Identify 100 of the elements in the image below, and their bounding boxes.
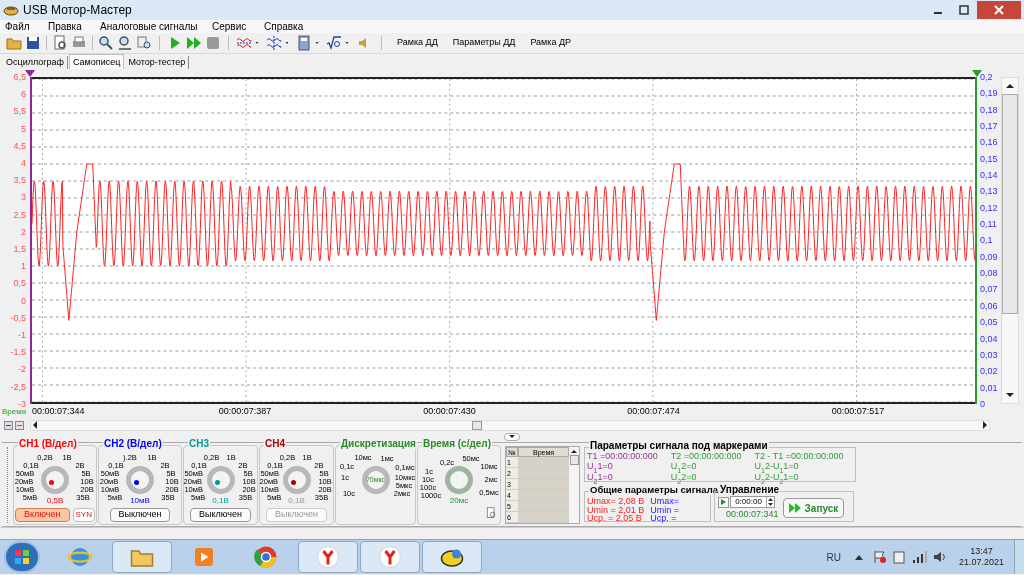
axis-label: -0,5 [10, 312, 26, 323]
toolbar-button[interactable]: Рамка ДР [524, 36, 578, 50]
menu-item[interactable]: Файл [5, 19, 48, 34]
timebase-knob[interactable] [445, 465, 473, 494]
print-preview-icon[interactable] [485, 506, 497, 519]
menu-item[interactable]: Справка [264, 19, 324, 34]
arrow-down-icon [1006, 391, 1014, 399]
menu-item[interactable]: Правка [48, 19, 100, 34]
marker-triangle[interactable] [25, 70, 35, 77]
start-button[interactable]: Запуск [782, 498, 845, 518]
signal-icon[interactable] [912, 551, 927, 563]
marker-value: U$_{1}$2=0 [670, 461, 698, 472]
tab[interactable]: Осциллограф [3, 56, 68, 69]
toolbar-button[interactable]: Параметры ДД [446, 36, 522, 50]
dial-value: 0,1В [288, 496, 305, 505]
group-title: CH1 (В/дел) [18, 438, 78, 449]
axis-label: 2 [21, 226, 26, 237]
axis-label: 3,5 [13, 175, 26, 186]
channel-knob[interactable] [126, 465, 154, 494]
table-cell [518, 467, 569, 479]
y-letter-logo-icon [378, 545, 402, 569]
chevron-up-icon[interactable] [854, 554, 863, 560]
channel-button[interactable]: Выключен [190, 507, 251, 522]
axis-label: 0,03 [980, 349, 999, 360]
axis-label: 2,5 [13, 209, 26, 220]
start-menu-button[interactable] [4, 541, 40, 573]
table-scrollbar[interactable] [569, 446, 579, 523]
axis-label: 0,5 [13, 278, 26, 289]
square-root-icon[interactable] [326, 35, 342, 51]
save-icon[interactable] [25, 35, 41, 51]
syn-button[interactable]: SYN [72, 507, 95, 522]
axis-label: 0 [980, 398, 986, 409]
taskbar-app[interactable] [360, 541, 420, 573]
scrollbar-thumb[interactable] [472, 420, 482, 430]
tab[interactable]: Мотор-тестер [125, 56, 190, 69]
wave-icon[interactable] [236, 35, 252, 51]
signal-value: Umin = [650, 505, 680, 514]
calculator-icon[interactable] [296, 35, 312, 51]
clipboard-icon[interactable] [892, 550, 905, 564]
axis-label: 0,01 [980, 382, 999, 393]
dial-value: 10мВ [130, 496, 150, 505]
axis-label: 0,04 [980, 333, 999, 344]
axis-label: 1 [21, 261, 26, 272]
channel-toggle[interactable] [15, 420, 24, 430]
windows-flag-icon [14, 549, 30, 565]
menu-item[interactable]: Аналоговые сигналы [100, 19, 212, 34]
tab[interactable]: Самописец [69, 54, 125, 69]
menu-item[interactable]: Сервис [212, 19, 264, 34]
scrollbar-thumb[interactable] [1002, 94, 1018, 314]
channel-toggle[interactable] [4, 420, 13, 430]
marker-triangle[interactable] [972, 70, 982, 77]
clock[interactable]: 13:47 21.07.2021 [958, 546, 1004, 568]
time-spinner[interactable]: 0:00:00 [730, 496, 775, 508]
axis-label: 5 [21, 123, 26, 134]
taskbar-app[interactable] [298, 541, 358, 573]
axis-label: 0,08 [980, 268, 999, 279]
wave-icon[interactable] [266, 35, 282, 51]
play-button[interactable] [718, 496, 729, 508]
speaker-icon[interactable] [932, 551, 947, 563]
signal-value: Umax= [650, 497, 680, 506]
group-title: CH4 [264, 438, 286, 449]
axis-label: 0,19 [980, 88, 999, 99]
arrow-right-icon [981, 421, 989, 429]
signal-value: Ucp. = [650, 514, 678, 523]
section-title: Параметры сигнала под маркерами [589, 441, 769, 451]
signal-value: Ucp. = 2,05 В [587, 514, 643, 523]
time-label: 00:00:07:474 [627, 407, 680, 416]
flag-icon[interactable] [872, 550, 887, 564]
axis-label: 0,09 [980, 251, 999, 262]
marker-value: T2 - T1 =00:00:00:000 [754, 451, 845, 461]
close-button[interactable] [977, 1, 1021, 19]
channel-button[interactable]: Выключен [109, 507, 171, 522]
spinner-arrows-icon[interactable] [766, 497, 774, 507]
collapse-button[interactable] [504, 432, 520, 441]
toolbar-button[interactable]: Рамка ДД [391, 36, 444, 50]
zoom-icon[interactable] [136, 35, 152, 51]
language-indicator[interactable]: RU [826, 549, 841, 565]
channel-knob[interactable] [282, 465, 311, 494]
show-desktop-button[interactable] [1014, 540, 1024, 574]
zoom-icon[interactable] [117, 35, 133, 51]
media-player-icon [192, 545, 216, 569]
table-cell [518, 489, 569, 501]
print-preview-icon[interactable] [52, 35, 68, 51]
scrollbar-thumb[interactable] [569, 454, 579, 465]
vertical-scrollbar[interactable] [1001, 77, 1019, 404]
axis-label: 0 [21, 295, 26, 306]
window-title: USB Мотор-Мастер [23, 2, 132, 19]
axis-label: 0,17 [980, 121, 999, 132]
taskbar-app[interactable] [422, 541, 482, 573]
fast-forward-icon [788, 503, 801, 513]
horizontal-scrollbar[interactable] [30, 419, 990, 431]
time-label: 00:00:07:344 [32, 407, 85, 416]
stop-icon[interactable] [205, 35, 221, 51]
marker-value: U$_{2}$1=0 [587, 472, 614, 483]
table-cell [518, 511, 569, 523]
zoom-icon[interactable] [98, 35, 114, 51]
channel-knob[interactable] [41, 465, 69, 494]
fast-forward-icon[interactable] [186, 35, 202, 51]
axis-label: 0,11 [980, 219, 998, 230]
signal-value: Umin = 2,01 В [587, 505, 645, 514]
